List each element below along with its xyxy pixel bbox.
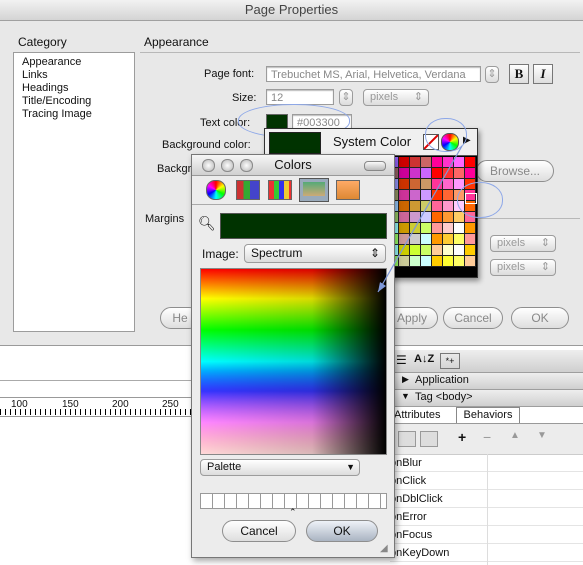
bg-image-label: Backgr xyxy=(157,163,192,175)
colors-ok-button[interactable]: OK xyxy=(306,520,378,542)
bg-color-label: Background color: xyxy=(162,139,251,151)
category-item-tracing-image[interactable]: Tracing Image xyxy=(14,108,134,121)
chevron-down-icon: ⇕ xyxy=(540,237,550,249)
size-unit-text: pixels xyxy=(370,91,399,103)
column-divider xyxy=(487,454,488,565)
sort-az-icon[interactable]: A↓Z xyxy=(414,353,434,365)
tag-label: Tag <body> xyxy=(415,391,473,403)
current-color-well xyxy=(220,213,387,239)
margin-unit-text-2: pixels xyxy=(497,261,526,273)
event-name: onDblClick xyxy=(390,493,443,505)
resize-grip-icon[interactable]: ⌃ xyxy=(289,507,297,518)
category-item-appearance[interactable]: Appearance xyxy=(14,56,134,69)
spectrum-image[interactable] xyxy=(200,268,387,455)
event-name: onError xyxy=(390,511,427,523)
ruler-label-200: 200 xyxy=(112,399,129,410)
behaviors-toolbar: + − ▲ ▼ xyxy=(390,423,583,455)
palette-select-value: Palette xyxy=(207,461,242,473)
margins-label: Margins xyxy=(145,213,185,225)
picker-tabs xyxy=(192,176,394,205)
event-name: onClick xyxy=(390,475,427,487)
browse-button[interactable]: Browse... xyxy=(476,160,554,182)
image-palettes-tab-icon[interactable] xyxy=(299,178,329,202)
size-stepper-icon[interactable]: ⇕ xyxy=(339,89,353,106)
current-color-preview xyxy=(269,132,321,154)
resize-corner-icon[interactable]: ◢ xyxy=(380,543,388,554)
color-wheel-tab-icon[interactable] xyxy=(206,180,226,200)
size-unit-select[interactable]: pixels ⇕ xyxy=(363,89,429,106)
page-font-label: Page font: xyxy=(204,68,255,80)
margin-unit-text-1: pixels xyxy=(497,237,526,249)
show-all-events-icon[interactable] xyxy=(420,431,438,447)
tab-behaviors[interactable]: Behaviors xyxy=(456,407,520,423)
size-label: Size: xyxy=(232,92,257,104)
category-item-links[interactable]: Links xyxy=(14,69,134,82)
page-font-field[interactable]: Trebuchet MS, Arial, Helvetica, Verdana xyxy=(266,66,481,82)
dialog-title: Page Properties xyxy=(0,0,583,21)
add-behavior-button[interactable]: + xyxy=(458,429,466,445)
annotation-arrow xyxy=(377,145,463,293)
color-sliders-tab-icon[interactable] xyxy=(236,180,260,200)
italic-button[interactable]: I xyxy=(533,64,553,84)
category-list: Appearance Links Headings Title/Encoding… xyxy=(13,52,135,332)
color-palettes-tab-icon[interactable] xyxy=(268,180,292,200)
chevron-down-icon: ⇕ xyxy=(540,261,550,273)
margin-unit-select-1[interactable]: pixels ⇕ xyxy=(490,235,556,252)
event-name: onKeyDown xyxy=(390,547,450,559)
image-label: Image: xyxy=(202,247,239,261)
category-item-headings[interactable]: Headings xyxy=(14,82,134,95)
disclosure-right-icon: ▶ xyxy=(402,374,409,384)
page-font-dropdown-icon[interactable]: ⇕ xyxy=(485,66,499,83)
application-label: Application xyxy=(415,374,469,386)
colors-cancel-button[interactable]: Cancel xyxy=(222,520,296,542)
minimize-icon[interactable] xyxy=(221,159,234,172)
event-name: onFocus xyxy=(390,529,433,541)
chevron-down-icon: ⇕ xyxy=(413,91,423,103)
tag-inspector-panel: ☰ A↓Z *+ ▶ Application ▼ Tag <body> Attr… xyxy=(390,350,583,565)
section-divider xyxy=(140,52,580,53)
chevron-down-icon: ▼ xyxy=(346,462,355,472)
bold-button[interactable]: B xyxy=(509,64,529,84)
palette-select[interactable]: Palette ▼ xyxy=(200,459,360,476)
magnifier-icon[interactable]: 🔍︎ xyxy=(198,215,216,232)
zoom-icon[interactable] xyxy=(240,159,253,172)
colors-panel: Colors 🔍︎ Image: Spectrum ⇕ Palette ▼ ⌃ Ca… xyxy=(191,154,395,558)
margin-unit-select-2[interactable]: pixels ⇕ xyxy=(490,259,556,276)
application-bar[interactable]: ▶ Application xyxy=(390,373,583,390)
size-field[interactable]: 12 xyxy=(266,89,334,105)
image-select[interactable]: Spectrum ⇕ xyxy=(244,244,386,263)
disclosure-down-icon: ▼ xyxy=(401,391,410,401)
tab-attributes[interactable]: Attributes xyxy=(394,407,458,423)
ruler-label-100: 100 xyxy=(11,399,28,410)
ok-button[interactable]: OK xyxy=(511,307,569,329)
ruler-label-250: 250 xyxy=(162,399,179,410)
show-set-events-icon[interactable] xyxy=(398,431,416,447)
list-view-icon[interactable]: ☰ xyxy=(396,353,407,367)
cancel-button[interactable]: Cancel xyxy=(443,307,503,329)
move-down-icon[interactable]: ▼ xyxy=(537,430,547,441)
remove-behavior-button[interactable]: − xyxy=(483,429,491,445)
image-select-value: Spectrum xyxy=(251,246,303,260)
ruler-label-150: 150 xyxy=(62,399,79,410)
category-item-title-encoding[interactable]: Title/Encoding xyxy=(14,95,134,108)
close-icon[interactable] xyxy=(202,159,215,172)
panel-toolbar: ☰ A↓Z *+ xyxy=(390,350,583,373)
section-title: Appearance xyxy=(144,35,209,49)
tag-bar[interactable]: ▼ Tag <body> xyxy=(390,390,583,407)
category-header: Category xyxy=(18,35,67,49)
show-set-icon[interactable]: *+ xyxy=(440,353,460,369)
move-up-icon[interactable]: ▲ xyxy=(510,430,520,441)
crayons-tab-icon[interactable] xyxy=(336,180,360,200)
